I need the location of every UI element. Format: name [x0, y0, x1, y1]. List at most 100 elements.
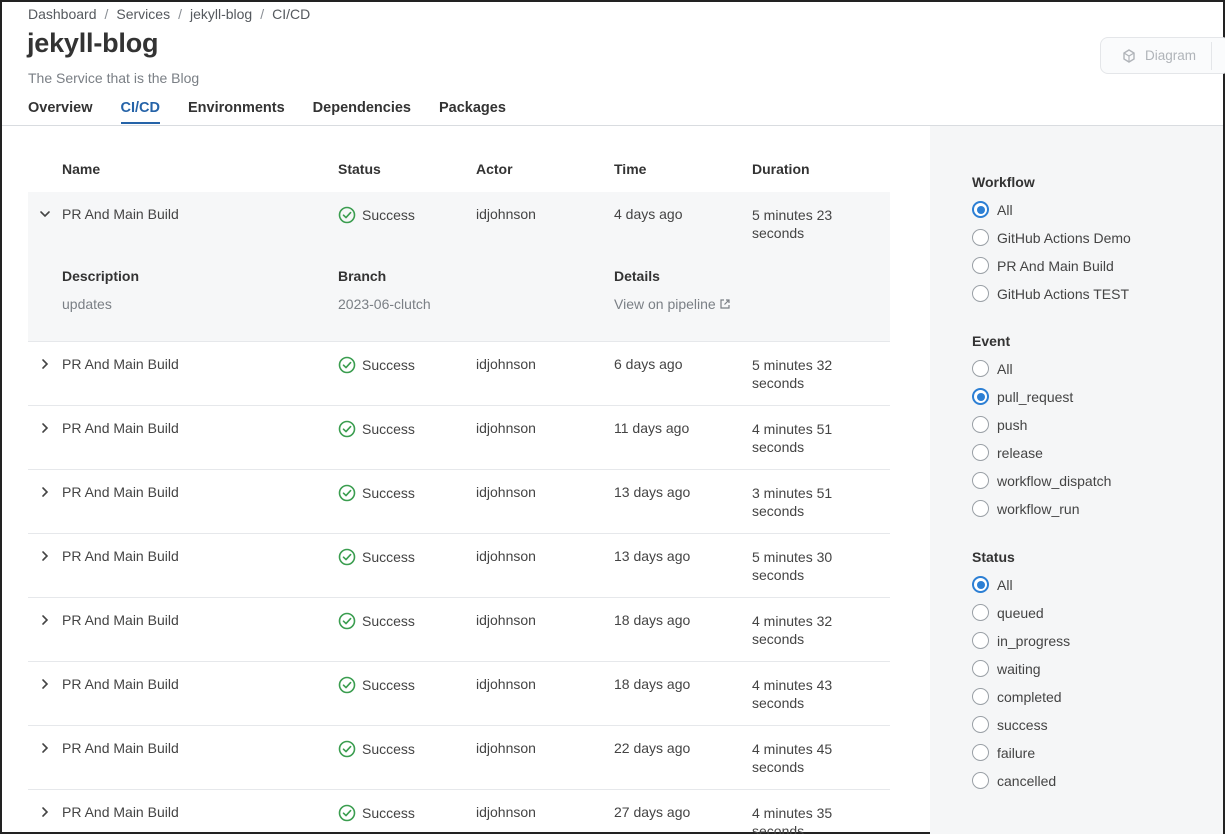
radio-button[interactable]: [972, 744, 989, 761]
table-row[interactable]: PR And Main Build Success idjohnson 11 days…: [28, 406, 890, 470]
filter-option-label: GitHub Actions Demo: [997, 229, 1131, 246]
row-expand-toggle[interactable]: [38, 805, 52, 819]
run-status: Success: [338, 420, 415, 438]
radio-button[interactable]: [972, 472, 989, 489]
table-row[interactable]: PR And Main Build Success idjohnson 13 days…: [28, 534, 890, 598]
row-expand-toggle[interactable]: [38, 549, 52, 563]
filter-option-label: queued: [997, 604, 1044, 621]
table-body: PR And Main Build Success idjohnson 4 days …: [28, 192, 890, 834]
table-row[interactable]: PR And Main Build Success idjohnson 22 days…: [28, 726, 890, 790]
table-row[interactable]: PR And Main Build Success idjohnson 4 days …: [28, 192, 890, 342]
tab-packages[interactable]: Packages: [439, 100, 506, 124]
run-name: PR And Main Build: [62, 612, 179, 628]
radio-button[interactable]: [972, 772, 989, 789]
filter-option-label: PR And Main Build: [997, 257, 1114, 274]
row-expand-toggle[interactable]: [38, 485, 52, 499]
filter-event-option-push[interactable]: push: [972, 416, 1027, 433]
radio-button[interactable]: [972, 688, 989, 705]
filter-option-label: waiting: [997, 660, 1041, 677]
tab-environments[interactable]: Environments: [188, 100, 285, 124]
branch-label: Branch: [338, 268, 387, 284]
filter-status-option-success[interactable]: success: [972, 716, 1048, 733]
filter-option-label: All: [997, 576, 1013, 593]
radio-button[interactable]: [972, 604, 989, 621]
filter-status-option-failure[interactable]: failure: [972, 744, 1035, 761]
row-expand-toggle[interactable]: [38, 613, 52, 627]
row-expand-toggle[interactable]: [38, 421, 52, 435]
run-time: 4 days ago: [614, 206, 683, 222]
diagram-button[interactable]: Diagram: [1100, 37, 1225, 74]
breadcrumb-item[interactable]: Dashboard: [28, 6, 97, 22]
filter-event-option-all[interactable]: All: [972, 360, 1013, 377]
row-expand-toggle[interactable]: [38, 741, 52, 755]
filter-event-option-pull-request[interactable]: pull_request: [972, 388, 1073, 405]
page-subtitle: The Service that is the Blog: [28, 70, 200, 86]
run-status: Success: [338, 612, 415, 630]
table-row[interactable]: PR And Main Build Success idjohnson 18 days…: [28, 598, 890, 662]
run-duration: 4 minutes 45 seconds: [752, 740, 852, 776]
run-duration-line2: seconds: [752, 823, 805, 834]
row-expand-toggle[interactable]: [38, 207, 52, 221]
radio-button[interactable]: [972, 576, 989, 593]
run-name: PR And Main Build: [62, 484, 179, 500]
row-expand-toggle[interactable]: [38, 357, 52, 371]
header-duration: Duration: [752, 161, 810, 177]
run-duration: 4 minutes 51 seconds: [752, 420, 852, 456]
radio-button[interactable]: [972, 229, 989, 246]
tab-dependencies[interactable]: Dependencies: [313, 100, 411, 124]
breadcrumb-item[interactable]: Services: [116, 6, 170, 22]
filter-workflow-option-github-actions-test[interactable]: GitHub Actions TEST: [972, 285, 1129, 302]
radio-button[interactable]: [972, 285, 989, 302]
radio-button[interactable]: [972, 444, 989, 461]
filter-event-option-workflow-run[interactable]: workflow_run: [972, 500, 1079, 517]
radio-button[interactable]: [972, 632, 989, 649]
table-row[interactable]: PR And Main Build Success idjohnson 18 days…: [28, 662, 890, 726]
filter-workflow-option-pr-and-main-build[interactable]: PR And Main Build: [972, 257, 1114, 274]
radio-button[interactable]: [972, 416, 989, 433]
radio-button[interactable]: [972, 388, 989, 405]
run-duration: 3 minutes 51 seconds: [752, 484, 852, 520]
view-on-pipeline-link[interactable]: View on pipeline: [614, 296, 731, 312]
radio-button[interactable]: [972, 500, 989, 517]
filter-workflow-option-github-actions-demo[interactable]: GitHub Actions Demo: [972, 229, 1131, 246]
breadcrumb-item[interactable]: CI/CD: [272, 6, 310, 22]
filter-option-label: completed: [997, 688, 1062, 705]
filter-status-option-completed[interactable]: completed: [972, 688, 1062, 705]
filter-event-option-release[interactable]: release: [972, 444, 1043, 461]
tab-ci-cd[interactable]: CI/CD: [120, 100, 160, 124]
success-check-icon: [338, 420, 356, 438]
filter-status-option-all[interactable]: All: [972, 576, 1013, 593]
filter-status-option-in-progress[interactable]: in_progress: [972, 632, 1070, 649]
run-duration-line1: 5 minutes 30: [752, 549, 833, 565]
breadcrumb-item[interactable]: jekyll-blog: [190, 6, 252, 22]
table-row[interactable]: PR And Main Build Success idjohnson 13 days…: [28, 470, 890, 534]
filter-workflow-option-all[interactable]: All: [972, 201, 1013, 218]
radio-button[interactable]: [972, 257, 989, 274]
run-status-label: Success: [362, 741, 415, 757]
row-expand-toggle[interactable]: [38, 677, 52, 691]
run-status-label: Success: [362, 549, 415, 565]
run-status: Success: [338, 206, 415, 224]
chevron-right-icon: [42, 487, 49, 497]
run-duration-line2: seconds: [752, 759, 805, 775]
radio-button[interactable]: [972, 660, 989, 677]
run-actor: idjohnson: [476, 740, 536, 756]
run-name: PR And Main Build: [62, 740, 179, 756]
table-row[interactable]: PR And Main Build Success idjohnson 6 days …: [28, 342, 890, 406]
radio-button[interactable]: [972, 360, 989, 377]
filter-status-option-waiting[interactable]: waiting: [972, 660, 1041, 677]
radio-button[interactable]: [972, 201, 989, 218]
filter-event-option-workflow-dispatch[interactable]: workflow_dispatch: [972, 472, 1111, 489]
run-duration-line2: seconds: [752, 225, 805, 241]
tab-overview[interactable]: Overview: [28, 100, 93, 124]
run-name: PR And Main Build: [62, 206, 179, 222]
radio-button[interactable]: [972, 716, 989, 733]
filter-status-option-queued[interactable]: queued: [972, 604, 1044, 621]
filter-status-option-cancelled[interactable]: cancelled: [972, 772, 1056, 789]
table-row[interactable]: PR And Main Build Success idjohnson 27 days…: [28, 790, 890, 834]
chevron-right-icon: [42, 551, 49, 561]
run-time: 27 days ago: [614, 804, 691, 820]
chevron-right-icon: [42, 359, 49, 369]
run-status-label: Success: [362, 485, 415, 501]
run-duration-line2: seconds: [752, 695, 805, 711]
